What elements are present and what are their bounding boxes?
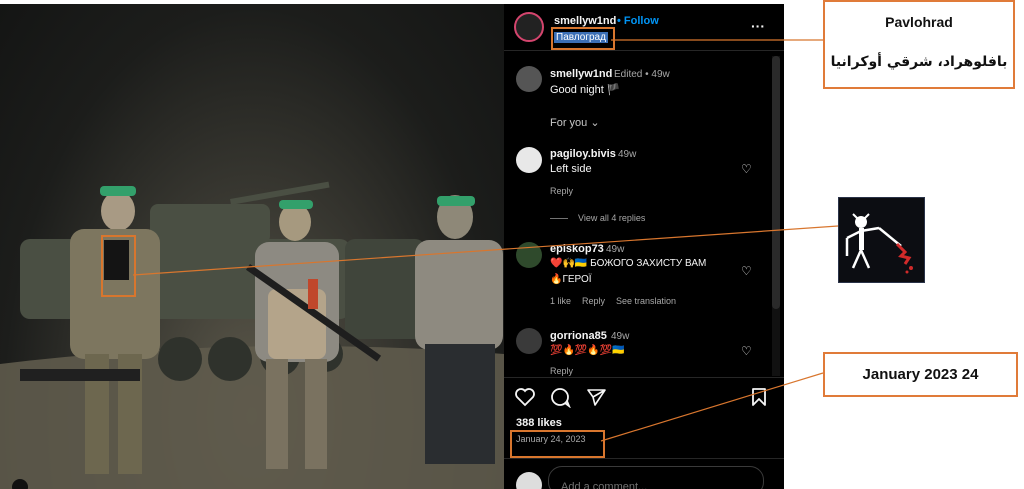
location-callout-en: Pavlohrad <box>885 14 953 30</box>
flag-image <box>838 197 925 283</box>
skeleton-flag-icon <box>845 213 913 274</box>
date-callout-text: January 2023 24 <box>862 366 979 383</box>
location-callout-ar: بافلوهراد، شرقي أوكرانيا <box>830 54 1008 70</box>
date-callout: January 2023 24 <box>823 352 1018 397</box>
location-callout: Pavlohrad بافلوهراد، شرقي أوكرانيا <box>823 0 1015 89</box>
